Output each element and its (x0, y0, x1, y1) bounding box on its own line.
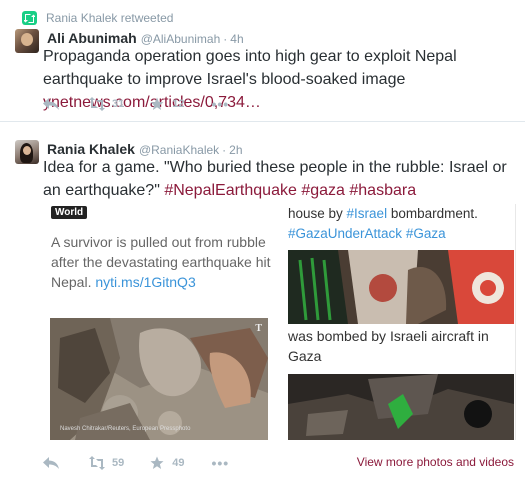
tweet-header: Ali Abunimah @AliAbunimah · 4h (47, 30, 244, 46)
media-caption: A survivor is pulled out from rubble aft… (51, 232, 273, 292)
media-caption-mid: was bombed by Israeli aircraft in Gaza (288, 328, 489, 364)
retweet-button[interactable]: 31 (88, 97, 124, 111)
hashtag-nepalearthquake[interactable]: #NepalEarthquake (164, 182, 297, 199)
tweet-ali-abunimah[interactable]: Rania Khalek retweeted Ali Abunimah @Ali… (0, 0, 525, 122)
hashtag-gazaunderattack[interactable]: #GazaUnderAttack (288, 226, 402, 241)
hashtag-hasbara[interactable]: #hasbara (349, 182, 416, 199)
retweet-icon (89, 97, 105, 111)
timestamp[interactable]: 4h (230, 32, 243, 46)
favorite-count: 49 (172, 457, 185, 469)
retweet-icon (89, 456, 105, 470)
favorite-count: 12 (172, 98, 185, 110)
reply-button[interactable] (42, 456, 60, 470)
star-icon (150, 456, 164, 469)
star-icon (150, 97, 164, 110)
retweet-context-text[interactable]: Rania Khalek retweeted (46, 11, 173, 25)
caption-text: house by (288, 206, 347, 221)
more-button[interactable]: ••• (212, 455, 230, 471)
tweet-actions: 59 49 ••• (42, 455, 229, 471)
media-caption-top: house by #Israel bombardment. #GazaUnderA… (288, 204, 478, 244)
view-more-photos-link[interactable]: View more photos and videos (357, 455, 514, 469)
caption-text: bombardment. (387, 206, 478, 221)
favorite-button[interactable]: 12 (150, 97, 185, 111)
tweet-actions: 31 12 ••• (42, 96, 229, 112)
author-handle[interactable]: @RaniaKhalek (139, 143, 219, 157)
reply-icon (43, 457, 59, 469)
tweet-body: Propaganda operation goes into high gear… (43, 48, 457, 88)
hashtag-gaza[interactable]: #Gaza (406, 226, 446, 241)
retweet-button[interactable]: 59 (88, 456, 124, 470)
earthquake-rubble-photo[interactable]: T Navesh Chitrakar/Reuters, European Pre… (50, 318, 268, 440)
avatar[interactable] (15, 29, 39, 53)
retweet-context: Rania Khalek retweeted (22, 11, 173, 25)
hashtag-gaza[interactable]: #gaza (301, 182, 345, 199)
author-name[interactable]: Rania Khalek (47, 141, 135, 157)
timestamp[interactable]: 2h (229, 143, 242, 157)
avatar[interactable] (15, 140, 39, 164)
tweet-header: Rania Khalek @RaniaKhalek · 2h (47, 141, 243, 157)
reply-button[interactable] (42, 97, 60, 111)
gaza-photo-1[interactable] (288, 250, 514, 324)
author-name[interactable]: Ali Abunimah (47, 30, 137, 46)
media-card-nyt[interactable]: World A survivor is pulled out from rubb… (44, 204, 280, 440)
photo-credit: Navesh Chitrakar/Reuters, European Press… (60, 426, 191, 432)
gaza-photo-2[interactable] (288, 374, 514, 440)
separator: · (223, 32, 228, 46)
gaza-rescue-image (288, 250, 514, 324)
retweet-count: 59 (112, 457, 125, 469)
author-handle[interactable]: @AliAbunimah (141, 32, 221, 46)
retweet-count: 31 (112, 98, 125, 110)
reply-icon (43, 98, 59, 110)
rubble-image (50, 318, 268, 440)
caption-link[interactable]: nyti.ms/1GitnQ3 (95, 274, 195, 290)
retweet-icon (22, 11, 37, 25)
tweet-text: Idea for a game. "Who buried these peopl… (43, 156, 513, 202)
gaza-rubble-image (288, 374, 514, 440)
media-card-gaza[interactable]: house by #Israel bombardment. #GazaUnderA… (286, 204, 516, 440)
favorite-button[interactable]: 49 (150, 456, 185, 470)
hashtag-israel[interactable]: #Israel (347, 206, 388, 221)
nyt-logo: T (255, 323, 262, 334)
more-button[interactable]: ••• (212, 96, 230, 112)
separator: · (222, 143, 227, 157)
world-badge: World (51, 206, 88, 219)
